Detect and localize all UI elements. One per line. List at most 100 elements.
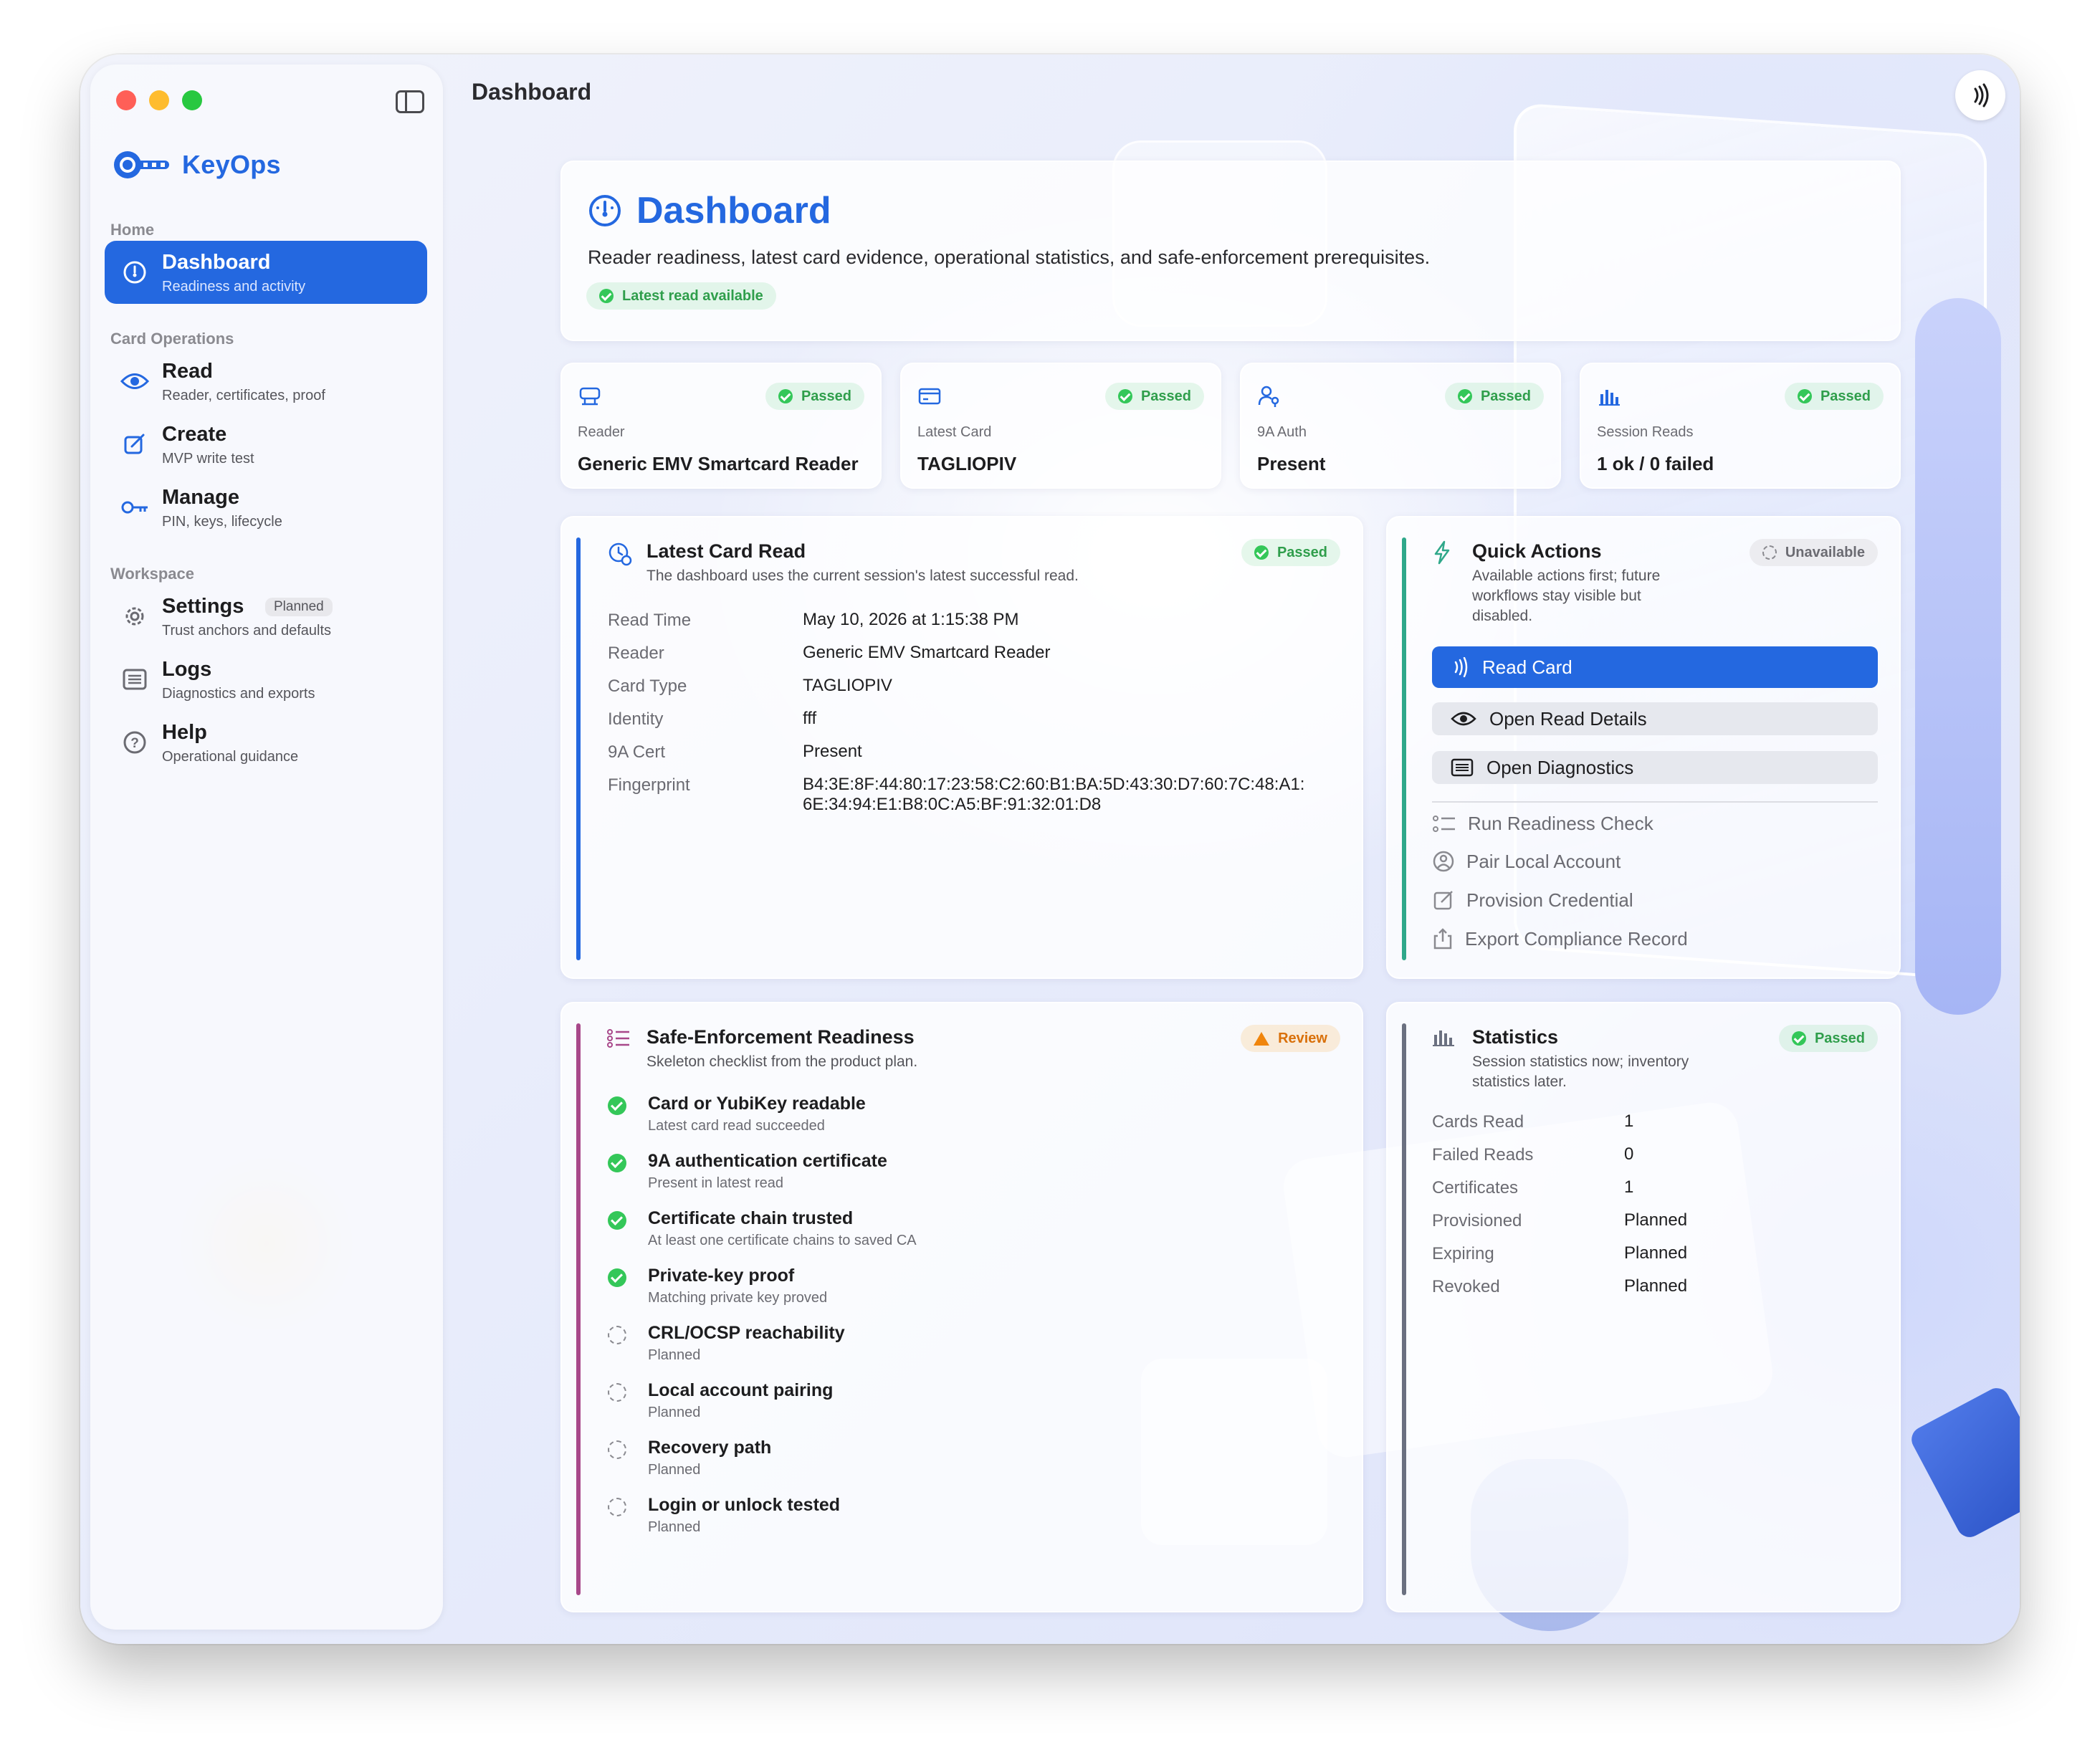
status-badge: Latest read available — [586, 282, 776, 310]
list-icon — [1451, 758, 1474, 777]
expiring-value: Planned — [1624, 1243, 1688, 1263]
sidebar-item-label: Logs — [162, 658, 212, 681]
sidebar-item-label: Read — [162, 360, 213, 383]
open-read-details-button[interactable]: Open Read Details — [1432, 702, 1878, 735]
9a-cert-value: Present — [803, 742, 862, 761]
open-read-details-label: Open Read Details — [1489, 707, 1647, 730]
panel-accent-bar — [576, 537, 581, 960]
clock-icon — [608, 542, 632, 566]
check-icon — [599, 289, 614, 303]
card-icon — [918, 388, 941, 405]
status-badge-label: Passed — [801, 388, 851, 404]
sidebar-item-create[interactable]: Create MVP write test — [105, 413, 427, 476]
gauge-icon — [589, 195, 621, 226]
dashed-circle-icon — [608, 1498, 626, 1516]
panel-title: Safe-Enforcement Readiness — [646, 1026, 915, 1048]
panel-accent-bar — [576, 1023, 581, 1595]
stat-label: Reader — [578, 424, 625, 440]
dashed-circle-icon — [1762, 545, 1777, 560]
list-icon — [120, 665, 149, 694]
sidebar-item-read[interactable]: Read Reader, certificates, proof — [105, 350, 427, 413]
section-label-home: Home — [110, 221, 155, 239]
export-icon — [1433, 928, 1452, 950]
pair-local-account-action: Pair Local Account — [1432, 850, 1621, 873]
safe-enforcement-readiness-panel: Safe-Enforcement Readiness Skeleton chec… — [560, 1002, 1363, 1612]
sidebar-item-help[interactable]: ? Help Operational guidance — [105, 711, 427, 774]
checklist-item-title: Local account pairing — [648, 1380, 834, 1400]
status-badge-label: Passed — [1480, 388, 1531, 404]
sidebar-item-logs[interactable]: Logs Diagnostics and exports — [105, 648, 427, 711]
check-icon — [1797, 389, 1812, 403]
open-diagnostics-button[interactable]: Open Diagnostics — [1432, 751, 1878, 784]
read-card-button[interactable]: Read Card — [1432, 646, 1878, 688]
check-circle-icon — [608, 1096, 626, 1115]
bar-chart-icon — [1599, 390, 1620, 406]
pair-local-account-label: Pair Local Account — [1466, 850, 1621, 872]
status-badge: Passed — [765, 383, 864, 410]
checklist-item-detail: Latest card read succeeded — [648, 1118, 825, 1134]
sidebar-item-label: Dashboard — [162, 251, 271, 274]
nfc-icon — [1974, 83, 1989, 107]
sidebar-item-label: Create — [162, 423, 227, 446]
reader-label: Reader — [608, 644, 664, 663]
run-readiness-check-action: Run Readiness Check — [1432, 813, 1653, 835]
quick-actions-panel: Quick Actions Available actions first; f… — [1386, 516, 1901, 979]
checklist-item-detail: Present in latest read — [648, 1175, 783, 1191]
sidebar-item-dashboard[interactable]: Dashboard Readiness and activity — [105, 241, 427, 304]
panel-accent-bar — [1402, 537, 1406, 960]
edit-icon — [1433, 891, 1453, 910]
cards-read-label: Cards Read — [1432, 1112, 1524, 1132]
sidebar-item-manage[interactable]: Manage PIN, keys, lifecycle — [105, 476, 427, 539]
checklist-item-title: Login or unlock tested — [648, 1495, 841, 1515]
status-badge-label: Passed — [1814, 1030, 1865, 1046]
fingerprint-label: Fingerprint — [608, 775, 690, 795]
fingerprint-value: B4:3E:8F:44:80:17:23:58:C2:60:B1:BA:5D:4… — [803, 775, 1305, 794]
sidebar: KeyOps Home Dashboard Readiness and acti… — [90, 64, 443, 1630]
dashboard-hero-card: Dashboard Reader readiness, latest card … — [560, 161, 1901, 341]
provisioned-label: Provisioned — [1432, 1211, 1522, 1230]
certificates-value: 1 — [1624, 1177, 1634, 1197]
stat-card-session-reads: Passed Session Reads 1 ok / 0 failed — [1580, 363, 1901, 489]
stat-label: 9A Auth — [1257, 424, 1307, 440]
close-window-button[interactable] — [116, 90, 136, 110]
sidebar-item-subtitle: PIN, keys, lifecycle — [162, 514, 282, 530]
failed-reads-label: Failed Reads — [1432, 1145, 1534, 1165]
provision-credential-label: Provision Credential — [1466, 889, 1633, 911]
stat-value: 1 ok / 0 failed — [1597, 453, 1714, 474]
export-compliance-record-label: Export Compliance Record — [1465, 927, 1688, 950]
dashed-circle-icon — [608, 1440, 626, 1459]
panel-subtitle-line: workflows stay visible but — [1472, 588, 1641, 604]
sidebar-item-settings[interactable]: Settings Planned Trust anchors and defau… — [105, 585, 427, 648]
checklist-item-detail: At least one certificate chains to saved… — [648, 1233, 917, 1248]
identity-label: Identity — [608, 709, 664, 729]
stat-card-9a-auth: Passed 9A Auth Present — [1240, 363, 1561, 489]
panel-subtitle: The dashboard uses the current session's… — [646, 568, 1079, 584]
nfc-read-button[interactable] — [1955, 70, 2005, 120]
card-type-label: Card Type — [608, 676, 687, 696]
sidebar-item-label: Settings — [162, 595, 244, 618]
statistics-panel: Statistics Session statistics now; inven… — [1386, 1002, 1901, 1612]
page-title: Dashboard — [636, 190, 831, 231]
checklist-item-title: CRL/OCSP reachability — [648, 1323, 845, 1343]
checklist-item-detail: Matching private key proved — [648, 1290, 828, 1306]
checklist-item-title: Certificate chain trusted — [648, 1208, 854, 1228]
check-icon — [778, 389, 793, 403]
sidebar-toggle-icon[interactable] — [396, 90, 424, 113]
stat-label: Latest Card — [917, 424, 992, 440]
provision-credential-action: Provision Credential — [1432, 889, 1633, 912]
checklist-item-title: Card or YubiKey readable — [648, 1094, 866, 1114]
sidebar-item-label: Manage — [162, 486, 239, 509]
revoked-label: Revoked — [1432, 1277, 1500, 1296]
provisioned-value: Planned — [1624, 1210, 1688, 1230]
zoom-window-button[interactable] — [182, 90, 202, 110]
open-diagnostics-label: Open Diagnostics — [1486, 756, 1634, 778]
check-icon — [1791, 1031, 1806, 1046]
sidebar-item-label: Help — [162, 721, 207, 744]
run-readiness-check-label: Run Readiness Check — [1468, 813, 1653, 834]
planned-badge: Planned — [265, 598, 333, 616]
minimize-window-button[interactable] — [149, 90, 169, 110]
status-badge: Passed — [1444, 383, 1544, 410]
status-badge: Unavailable — [1749, 539, 1878, 566]
fingerprint-value-continued: 6E:34:94:E1:B8:0C:A5:BF:91:32:01:D8 — [803, 795, 1102, 814]
reader-value: Generic EMV Smartcard Reader — [803, 643, 1051, 662]
